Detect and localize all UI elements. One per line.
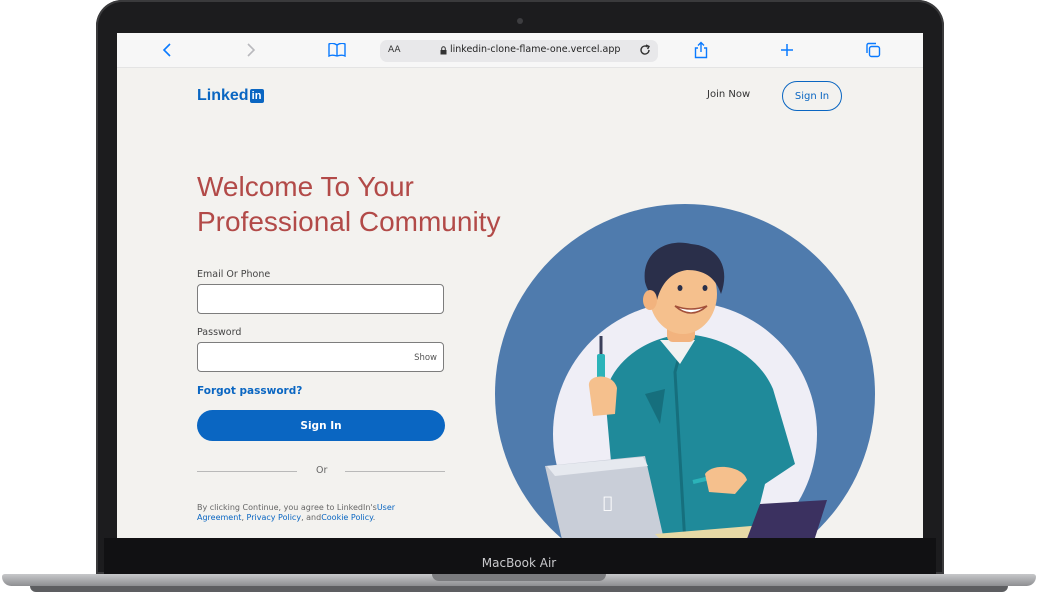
linkedin-logo[interactable]: Linked in [197,87,264,105]
reload-icon[interactable] [638,43,652,57]
email-label: Email Or Phone [197,269,271,280]
password-field[interactable]: Show [197,342,444,372]
legal-suffix: . [372,513,376,522]
new-tab-button[interactable] [775,38,799,62]
show-password-button[interactable]: Show [414,353,437,363]
browser-toolbar: AA linkedin-clone-flame-one.vercel.app [117,33,923,68]
logo-text: Linked [197,87,249,104]
divider-right [345,471,445,472]
tabs-overview-button[interactable] [861,38,885,62]
camera [517,18,523,24]
svg-text::  [603,493,613,512]
logo-badge: in [249,89,264,103]
laptop-base-shadow [30,586,1008,592]
lock-icon [440,46,447,55]
share-icon [694,41,708,59]
password-label: Password [197,327,242,338]
sign-in-button[interactable]: Sign In [197,410,445,441]
bookmarks-button[interactable] [325,38,349,62]
legal-and: , and [301,513,322,522]
headline-line-2: Professional Community [197,206,501,237]
address-bar[interactable]: AA linkedin-clone-flame-one.vercel.app [380,40,658,62]
laptop-notch [432,574,606,581]
cookie-policy-link[interactable]: Cookie Policy [321,513,373,522]
hero-illustration:  [495,204,875,538]
header-sign-in-button[interactable]: Sign In [782,81,842,111]
book-icon [328,43,346,57]
or-separator: Or [316,465,328,476]
url-text: linkedin-clone-flame-one.vercel.app [450,44,621,55]
legal-text: By clicking Continue, you agree to Linke… [197,503,437,523]
device-name: MacBook Air [481,556,557,570]
screen: AA linkedin-clone-flame-one.vercel.app L… [117,33,923,538]
tabs-icon [866,42,881,58]
forward-button[interactable] [239,38,263,62]
back-button[interactable] [155,38,179,62]
divider-left [197,471,297,472]
privacy-policy-link[interactable]: Privacy Policy [247,513,302,522]
reader-button[interactable]: AA [388,45,401,55]
plus-icon [781,44,793,56]
legal-prefix: By clicking Continue, you agree to Linke… [197,503,377,512]
forgot-password-link[interactable]: Forgot password? [197,385,302,397]
share-button[interactable] [689,38,713,62]
headline-line-1: Welcome To Your [197,171,414,202]
chevron-right-icon [247,43,256,57]
join-now-link[interactable]: Join Now [707,89,750,100]
chevron-left-icon [162,43,171,57]
email-field[interactable] [197,284,444,314]
